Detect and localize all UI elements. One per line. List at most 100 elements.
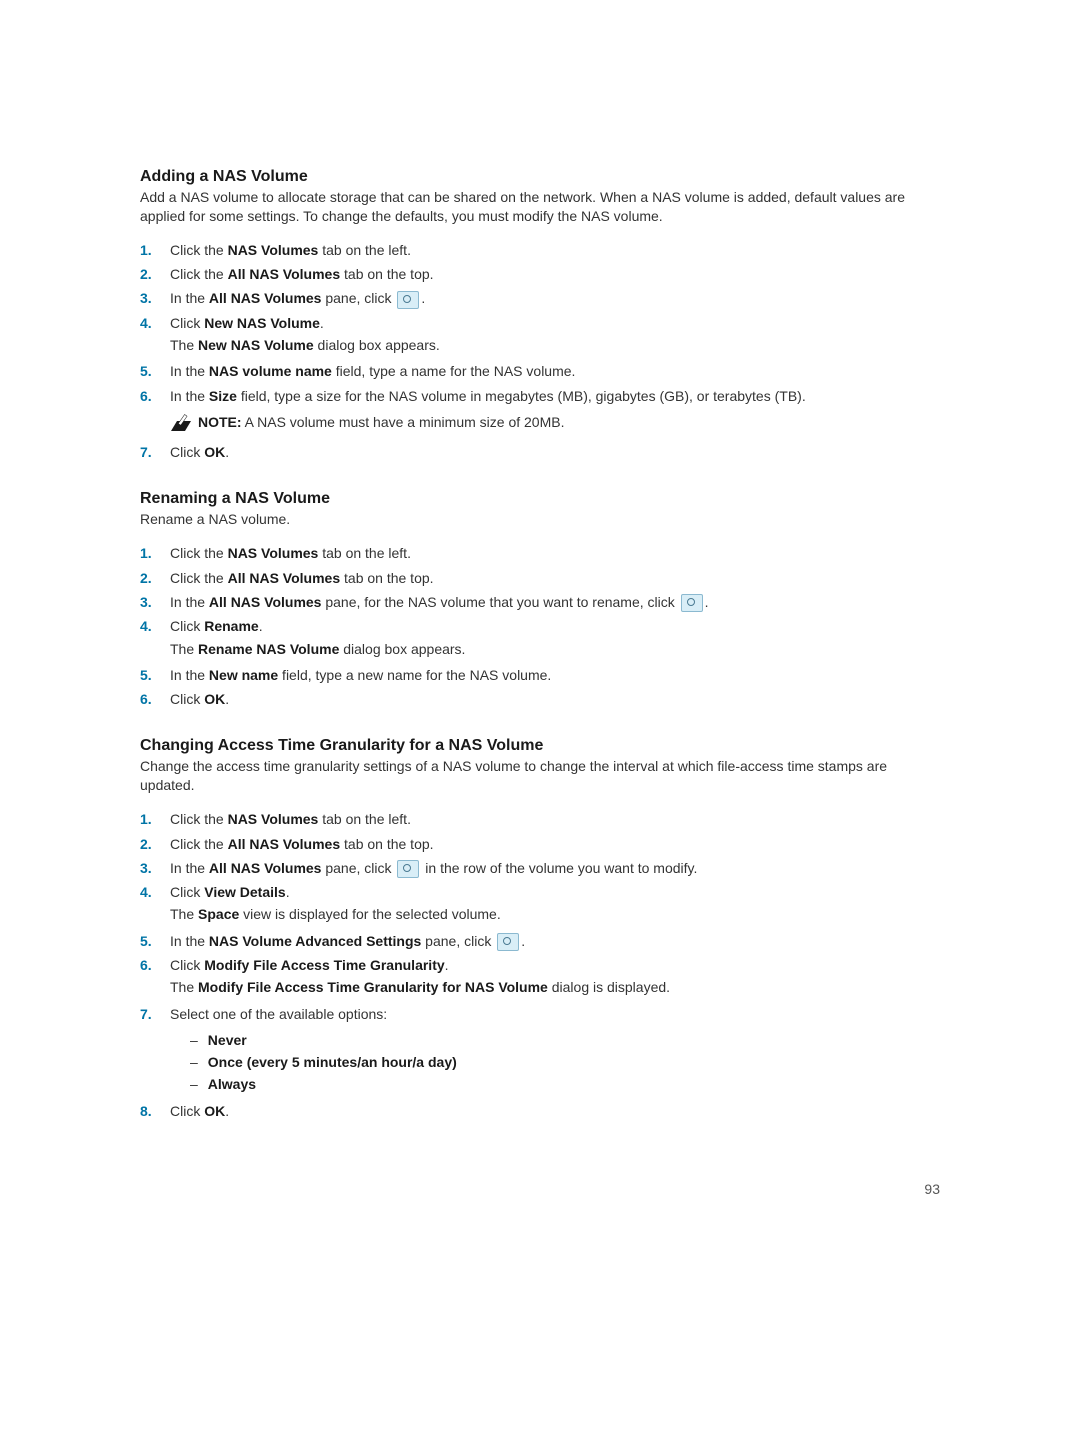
section-heading: Renaming a NAS Volume [140, 490, 940, 508]
bold-term: NAS volume name [209, 363, 332, 379]
step-body: Click the NAS Volumes tab on the left. [170, 543, 940, 563]
note-label: NOTE: [198, 414, 242, 430]
step-list: 1.Click the NAS Volumes tab on the left.… [140, 543, 940, 709]
step-number: 5. [140, 931, 170, 951]
step-text: In the Size field, type a size for the N… [170, 386, 940, 406]
step-number: 1. [140, 240, 170, 260]
step-item: 4.Click View Details.The Space view is d… [140, 882, 940, 927]
step-item: 4.Click New NAS Volume.The New NAS Volum… [140, 313, 940, 358]
step-text: Select one of the available options: [170, 1004, 940, 1024]
bold-term: Modify File Access Time Granularity for … [198, 979, 548, 995]
note-text: NOTE: A NAS volume must have a minimum s… [198, 412, 940, 432]
bold-term: Rename NAS Volume [198, 641, 339, 657]
option-item: Never [190, 1030, 940, 1050]
step-list: 1.Click the NAS Volumes tab on the left.… [140, 809, 940, 1121]
bold-term: OK [204, 691, 225, 707]
step-number: 6. [140, 689, 170, 709]
step-number: 3. [140, 858, 170, 878]
step-number: 5. [140, 361, 170, 381]
bold-term: New NAS Volume [198, 337, 314, 353]
step-text: Click OK. [170, 689, 940, 709]
step-number: 4. [140, 313, 170, 333]
step-body: Click OK. [170, 1101, 940, 1121]
step-result-text: The Modify File Access Time Granularity … [170, 977, 940, 997]
step-number: 3. [140, 288, 170, 308]
step-body: Click New NAS Volume.The New NAS Volume … [170, 313, 940, 358]
step-item: 3.In the All NAS Volumes pane, for the N… [140, 592, 940, 612]
settings-gear-icon [681, 594, 703, 612]
step-item: 4.Click Rename.The Rename NAS Volume dia… [140, 616, 940, 661]
step-item: 5.In the NAS volume name field, type a n… [140, 361, 940, 381]
step-body: Click OK. [170, 442, 940, 462]
step-number: 2. [140, 568, 170, 588]
step-text: In the All NAS Volumes pane, click . [170, 288, 940, 308]
section-heading: Changing Access Time Granularity for a N… [140, 737, 940, 755]
step-body: Click the NAS Volumes tab on the left. [170, 240, 940, 260]
settings-gear-icon [397, 860, 419, 878]
bold-term: All NAS Volumes [228, 266, 341, 282]
step-number: 5. [140, 665, 170, 685]
section-heading: Adding a NAS Volume [140, 168, 940, 186]
step-item: 1.Click the NAS Volumes tab on the left. [140, 809, 940, 829]
step-number: 2. [140, 264, 170, 284]
step-item: 2.Click the All NAS Volumes tab on the t… [140, 264, 940, 284]
bold-term: OK [204, 1103, 225, 1119]
step-number: 8. [140, 1101, 170, 1121]
step-body: Select one of the available options: Neve… [170, 1004, 940, 1097]
step-body: Click Rename.The Rename NAS Volume dialo… [170, 616, 940, 661]
bold-term: All NAS Volumes [228, 570, 341, 586]
step-result-text: The Space view is displayed for the sele… [170, 904, 940, 924]
step-number: 7. [140, 442, 170, 462]
option-item: Once (every 5 minutes/an hour/a day) [190, 1052, 940, 1072]
bold-term: NAS Volumes [228, 242, 319, 258]
step-text: Click the NAS Volumes tab on the left. [170, 809, 940, 829]
step-body: Click View Details.The Space view is dis… [170, 882, 940, 927]
bold-term: All NAS Volumes [209, 290, 322, 306]
step-body: In the NAS Volume Advanced Settings pane… [170, 931, 940, 951]
step-body: Click the All NAS Volumes tab on the top… [170, 834, 940, 854]
step-body: In the Size field, type a size for the N… [170, 386, 940, 439]
settings-gear-icon [397, 291, 419, 309]
step-text: Click New NAS Volume. [170, 313, 940, 333]
step-body: Click OK. [170, 689, 940, 709]
bold-term: Modify File Access Time Granularity [204, 957, 444, 973]
step-text: Click Modify File Access Time Granularit… [170, 955, 940, 975]
note-body: A NAS volume must have a minimum size of… [242, 414, 565, 430]
step-item: 8.Click OK. [140, 1101, 940, 1121]
section-intro: Change the access time granularity setti… [140, 757, 940, 795]
option-label: Always [208, 1074, 256, 1094]
step-text: Click the All NAS Volumes tab on the top… [170, 264, 940, 284]
step-text: In the NAS volume name field, type a nam… [170, 361, 940, 381]
step-text: In the All NAS Volumes pane, for the NAS… [170, 592, 940, 612]
step-item: 7.Select one of the available options:Ne… [140, 1004, 940, 1097]
step-text: Click Rename. [170, 616, 940, 636]
option-label: Never [208, 1030, 247, 1050]
bold-term: NAS Volumes [228, 811, 319, 827]
bold-term: All NAS Volumes [209, 594, 322, 610]
step-number: 4. [140, 882, 170, 902]
step-text: In the NAS Volume Advanced Settings pane… [170, 931, 940, 951]
step-number: 4. [140, 616, 170, 636]
step-text: In the All NAS Volumes pane, click in th… [170, 858, 940, 878]
bold-term: NAS Volume Advanced Settings [209, 933, 421, 949]
step-body: In the All NAS Volumes pane, click . [170, 288, 940, 308]
step-result-text: The New NAS Volume dialog box appears. [170, 335, 940, 355]
step-text: Click the All NAS Volumes tab on the top… [170, 834, 940, 854]
step-text: Click View Details. [170, 882, 940, 902]
option-label: Once (every 5 minutes/an hour/a day) [208, 1052, 457, 1072]
step-text: Click OK. [170, 1101, 940, 1121]
step-number: 2. [140, 834, 170, 854]
note-pencil-icon [170, 412, 192, 432]
step-number: 6. [140, 386, 170, 406]
settings-gear-icon [497, 933, 519, 951]
step-number: 6. [140, 955, 170, 975]
bold-term: Size [209, 388, 237, 404]
step-text: Click OK. [170, 442, 940, 462]
step-item: 5.In the New name field, type a new name… [140, 665, 940, 685]
bold-term: All NAS Volumes [228, 836, 341, 852]
bold-term: Space [198, 906, 239, 922]
step-item: 2.Click the All NAS Volumes tab on the t… [140, 568, 940, 588]
step-item: 6.Click Modify File Access Time Granular… [140, 955, 940, 1000]
step-item: 6.Click OK. [140, 689, 940, 709]
step-body: In the All NAS Volumes pane, for the NAS… [170, 592, 940, 612]
